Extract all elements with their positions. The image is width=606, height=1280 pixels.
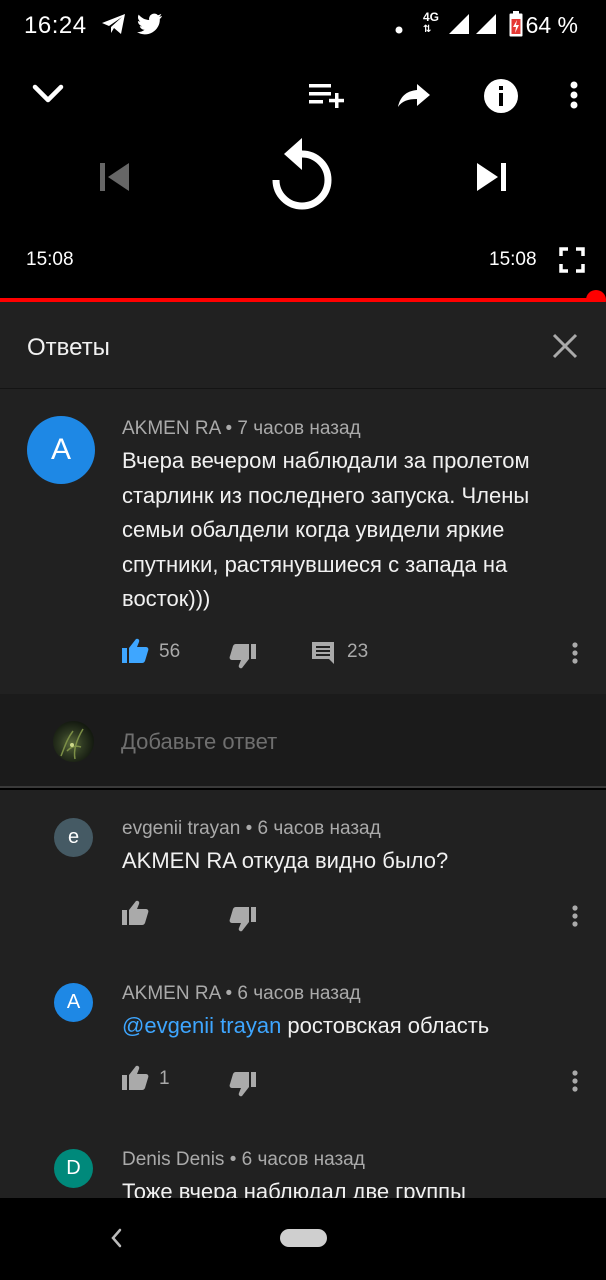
avatar[interactable]: e: [54, 818, 93, 857]
avatar-letter: A: [50, 433, 71, 466]
current-time: 15:08: [26, 249, 74, 270]
add-reply-input[interactable]: Добавьте ответ: [121, 729, 277, 755]
previous-icon[interactable]: [94, 158, 134, 196]
avatar-letter: D: [66, 1157, 81, 1179]
twitter-icon: [137, 13, 163, 40]
meta-separator: •: [245, 818, 253, 839]
like-icon[interactable]: [121, 900, 149, 931]
next-icon[interactable]: [472, 158, 512, 196]
status-bar: 16:24 4G ⇅ 64 %: [0, 0, 606, 52]
panel-title: Ответы: [27, 334, 110, 361]
comment-author[interactable]: Denis Denis: [122, 1149, 224, 1170]
meta-separator: •: [229, 1149, 237, 1170]
like-icon[interactable]: [121, 1065, 149, 1096]
meta-separator: •: [225, 983, 233, 1004]
like-count: 1: [159, 1068, 170, 1089]
main-comment: A AKMEN RA • 7 часов назад Вчера вечером…: [0, 389, 606, 694]
mention-link[interactable]: @evgenii trayan: [122, 1013, 281, 1038]
comment-meta: Denis Denis • 6 часов назад: [122, 1149, 365, 1171]
more-vert-icon[interactable]: [571, 641, 579, 670]
comment-line: восток))): [122, 586, 211, 611]
like-icon[interactable]: [121, 638, 149, 669]
reply-text: AKMEN RA откуда видно было?: [122, 848, 449, 873]
avatar[interactable]: A: [54, 983, 93, 1022]
meta-separator: •: [225, 418, 233, 439]
comment-line: старлинк из последнего запуска. Члены: [122, 482, 530, 508]
comment-meta: AKMEN RA • 6 часов назад: [122, 983, 361, 1005]
add-reply-bar[interactable]: Добавьте ответ: [0, 694, 606, 788]
more-vert-icon[interactable]: [562, 78, 586, 112]
more-vert-icon[interactable]: [571, 1069, 579, 1098]
video-player[interactable]: 15:08 15:08: [0, 52, 606, 310]
battery-percent: 64 %: [525, 12, 578, 38]
share-icon[interactable]: [396, 78, 432, 112]
telegram-icon: [101, 13, 127, 40]
comment-meta: AKMEN RA • 7 часов назад: [122, 418, 361, 440]
battery-icon: [509, 11, 523, 42]
comment-author[interactable]: AKMEN RA: [122, 418, 220, 439]
system-navigation-bar: [0, 1198, 606, 1280]
back-icon[interactable]: [108, 1226, 124, 1255]
comment-line: семьи обалдели когда увидели яркие: [122, 517, 505, 542]
comment-text: AKMEN RA откуда видно было?: [122, 844, 448, 879]
comment-time: 6 часов назад: [237, 983, 361, 1004]
network-type: 4G ⇅: [423, 10, 440, 35]
comment-time: 7 часов назад: [237, 418, 361, 439]
list-item: e evgenii trayan • 6 часов назад AKMEN R…: [0, 790, 606, 955]
comment-icon[interactable]: [311, 641, 335, 670]
dislike-icon[interactable]: [229, 1071, 257, 1102]
like-count: 56: [159, 641, 181, 662]
comment-author[interactable]: evgenii trayan: [122, 818, 240, 839]
comment-time: 6 часов назад: [257, 818, 381, 839]
replies-header: Ответы: [0, 302, 606, 389]
comment-text: Тоже вчера наблюдал две группы: [122, 1175, 466, 1198]
status-time: 16:24: [24, 12, 87, 39]
avatar-letter: e: [67, 826, 80, 848]
comment-meta: evgenii trayan • 6 часов назад: [122, 818, 381, 840]
list-item: A AKMEN RA • 6 часов назад @evgenii tray…: [0, 955, 606, 1121]
avatar: [53, 721, 94, 762]
comment-line: Вчера вечером наблюдали за пролетом: [122, 448, 530, 473]
list-item: D Denis Denis • 6 часов назад Тоже вчера…: [0, 1121, 606, 1198]
replay-icon[interactable]: [266, 136, 338, 216]
dot-icon: [395, 21, 403, 39]
close-icon[interactable]: [549, 330, 581, 362]
more-vert-icon[interactable]: [571, 904, 579, 933]
comment-text: Вчера вечером наблюдали за пролетом стар…: [122, 444, 592, 617]
comment-line: спутники, растянувшиеся с запада на: [122, 551, 508, 577]
chevron-down-icon[interactable]: [28, 78, 68, 110]
dislike-icon[interactable]: [229, 906, 257, 937]
duration: 15:08: [489, 249, 537, 270]
signal-icon: [476, 14, 496, 39]
home-pill[interactable]: [280, 1229, 327, 1247]
signal-icon: [449, 14, 469, 39]
reply-text: Тоже вчера наблюдал две группы: [122, 1179, 466, 1198]
add-to-playlist-icon[interactable]: [306, 78, 346, 112]
avatar[interactable]: D: [54, 1149, 93, 1188]
fullscreen-icon[interactable]: [558, 246, 586, 274]
reply-count: 23: [347, 641, 369, 662]
avatar[interactable]: A: [27, 416, 95, 484]
dislike-icon[interactable]: [229, 643, 257, 674]
info-icon[interactable]: [483, 78, 519, 114]
replies-list: e evgenii trayan • 6 часов назад AKMEN R…: [0, 790, 606, 1198]
comment-author[interactable]: AKMEN RA: [122, 983, 220, 1004]
avatar-letter: A: [66, 991, 81, 1013]
reply-text: ростовская область: [281, 1013, 490, 1038]
comment-text: @evgenii trayan ростовская область: [122, 1009, 489, 1044]
comment-time: 6 часов назад: [241, 1149, 365, 1170]
